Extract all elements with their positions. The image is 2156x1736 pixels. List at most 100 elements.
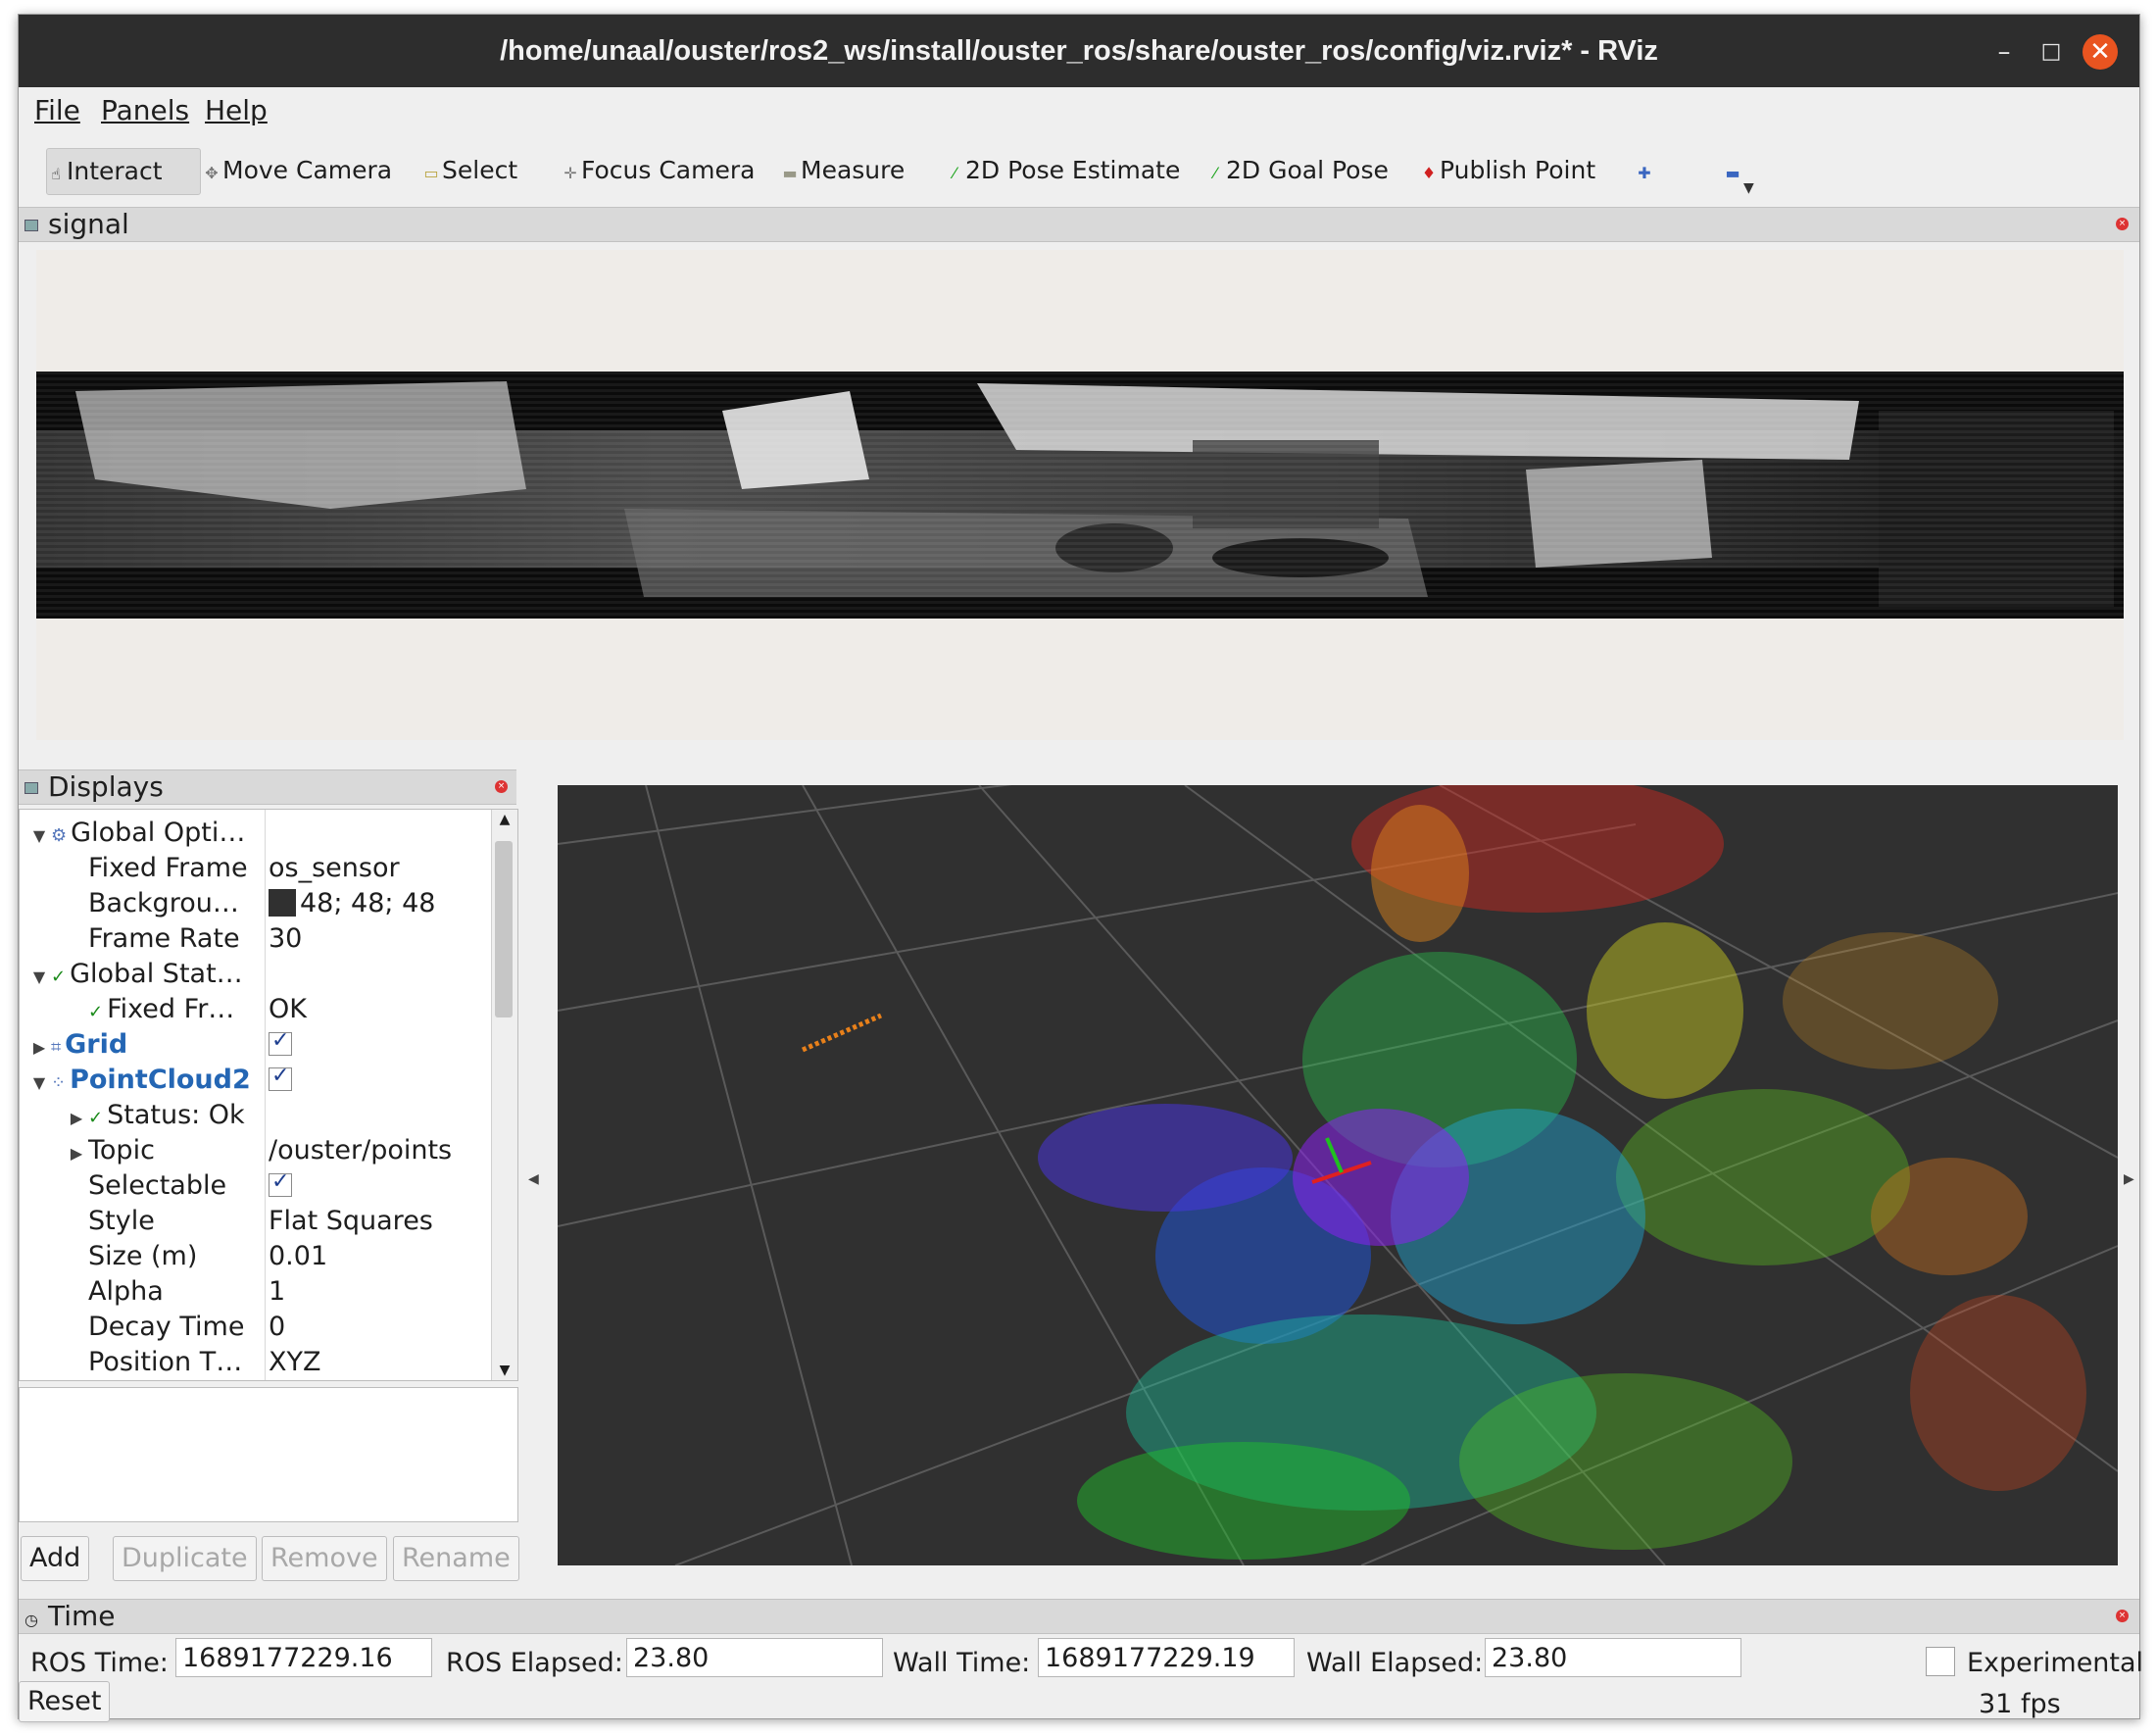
3d-viewport[interactable] [558,785,2118,1565]
enabled-checkbox[interactable] [269,1023,292,1059]
display-tree-row[interactable]: Frame Rate [65,921,240,957]
display-tree-value[interactable]: /ouster/points [269,1133,452,1168]
grid-icon: ⌗ [51,1037,62,1058]
enabled-checkbox[interactable] [269,1059,292,1094]
display-tree-name: Style [88,1206,155,1236]
menu-file[interactable]: File [34,87,80,134]
display-tree-value[interactable]: XYZ [269,1345,321,1380]
fps-readout: 31 fps [1979,1689,2061,1719]
close-button[interactable]: ✕ [2082,34,2118,70]
tool-move-camera[interactable]: ✥ Move Camera [203,148,392,193]
display-tree-row[interactable]: ▼ ⚙ Global Opti… [27,816,246,854]
display-tree-value-text: 48; 48; 48 [300,888,436,918]
minimize-button[interactable]: – [1986,34,2022,70]
cloud-icon: ⁘ [51,1072,67,1093]
remove-display-button[interactable]: Remove [262,1536,387,1581]
point-cloud-render [558,785,2118,1565]
check-icon: ✓ [51,967,67,987]
maximize-button[interactable]: □ [2034,34,2069,70]
collapse-left-icon[interactable]: ◀ [528,1171,539,1187]
display-tree-value[interactable] [269,1059,292,1098]
display-tree-row[interactable]: ▶ Topic [65,1133,155,1168]
displays-panel-close-icon[interactable]: × [495,780,508,793]
scroll-down-icon[interactable]: ▼ [492,1363,517,1378]
check-icon: ✓ [88,1002,104,1022]
remove-tool-button[interactable]: ▬▼ [1724,148,1753,196]
tool-measure[interactable]: ▬ Measure [781,148,905,193]
display-tree-row[interactable]: Size (m) [65,1239,197,1274]
color-swatch[interactable] [269,888,296,917]
focus-camera-icon: ✛ [564,164,577,182]
menu-help[interactable]: Help [205,87,268,134]
expand-down-icon[interactable]: ▼ [27,1066,51,1101]
duplicate-display-button[interactable]: Duplicate [113,1536,257,1581]
display-tree-row[interactable]: ▶ ⌗ Grid [27,1027,127,1063]
display-tree-row[interactable]: Position T… [65,1345,242,1380]
display-tree-value[interactable]: 0 [269,1310,285,1345]
tree-scrollbar[interactable]: ▲ ▼ [491,810,517,1380]
display-tree-name: Fixed Frame [88,853,248,883]
check-icon: ✓ [88,1108,104,1128]
ros-time-field[interactable]: 1689177229.16 [175,1638,432,1677]
display-tree-value[interactable]: os_sensor [269,851,400,886]
rviz-window: /home/unaal/ouster/ros2_ws/install/ouste… [18,14,2143,1722]
green-arrow-icon: ⁄ [1213,164,1217,182]
display-tree-row[interactable]: Selectable [65,1168,226,1204]
display-tree-value[interactable]: Flat Squares [269,1204,433,1239]
display-tree-value[interactable]: 1 [269,1274,285,1310]
expand-right-icon[interactable]: ▶ [27,1030,51,1066]
display-tree-row[interactable]: Fixed Frame [65,851,248,886]
display-tree-row[interactable]: Decay Time [65,1310,244,1345]
scroll-up-icon[interactable]: ▲ [492,812,517,827]
add-tool-button[interactable]: ✚ [1636,148,1655,193]
enabled-checkbox[interactable] [269,1165,292,1200]
collapse-right-icon[interactable]: ▶ [2124,1171,2134,1187]
point-cloud [801,785,2086,1560]
display-tree-row[interactable]: Style [65,1204,155,1239]
scroll-thumb[interactable] [495,841,513,1017]
display-tree-value-text: 30 [269,923,303,954]
add-display-button[interactable]: Add [21,1536,90,1581]
display-tree-value[interactable]: 0.01 [269,1239,327,1274]
expand-right-icon[interactable]: ▶ [65,1101,88,1136]
tool-select[interactable]: ▭ Select [422,148,517,193]
display-tree-name: Backgrou… [88,888,239,918]
tool-interact[interactable]: ☝ Interact [46,148,201,195]
expand-right-icon[interactable]: ▶ [65,1136,88,1171]
monitor-icon [24,782,38,794]
display-tree-value[interactable]: 48; 48; 48 [269,886,435,921]
display-tree-name: Status: Ok [107,1100,245,1130]
display-tree-row[interactable]: ▶ ✓ Status: Ok [65,1098,245,1133]
expand-down-icon[interactable]: ▼ [27,960,51,995]
experimental-checkbox[interactable] [1926,1647,1955,1676]
display-tree-value[interactable] [269,1165,292,1204]
ros-elapsed-field[interactable]: 23.80 [626,1638,883,1677]
display-tree-row[interactable]: Backgrou… [65,886,239,921]
display-tree-value[interactable]: 30 [269,921,302,957]
display-tree-row[interactable]: ▼ ⁘ PointCloud2 [27,1063,251,1098]
display-tree-row[interactable]: Alpha [65,1274,164,1310]
gear-icon: ⚙ [51,825,68,846]
tool-publish-point[interactable]: ♦ Publish Point [1420,148,1595,193]
tool-focus-camera[interactable]: ✛ Focus Camera [562,148,755,193]
signal-panel-close-icon[interactable]: × [2116,218,2129,230]
wall-time-label: Wall Time: [893,1648,1031,1678]
wall-elapsed-field[interactable]: 23.80 [1485,1638,1741,1677]
minus-icon: ▬ [1725,164,1740,182]
display-tree-value-text: XYZ [269,1347,321,1377]
display-tree-row[interactable]: ▼ ✓ Global Stat… [27,957,243,992]
expand-down-icon[interactable]: ▼ [27,818,51,854]
menu-panels[interactable]: Panels [101,87,189,134]
tool-2d-goal-pose[interactable]: ⁄ 2D Goal Pose [1206,148,1389,193]
rename-display-button[interactable]: Rename [393,1536,519,1581]
display-tree-row[interactable]: ✓ Fixed Fr… [65,992,234,1027]
display-tree-name: Fixed Fr… [107,994,235,1024]
red-pin-icon: ♦ [1421,164,1437,182]
menu-bar: File Panels Help [19,87,2139,134]
display-tree-value-text: 0 [269,1312,286,1342]
wall-time-field[interactable]: 1689177229.19 [1038,1638,1295,1677]
time-panel-close-icon[interactable]: × [2116,1610,2129,1622]
reset-button[interactable]: Reset [19,1681,111,1722]
display-tree-value-text: /ouster/points [269,1135,453,1166]
tool-2d-pose-estimate[interactable]: ⁄ 2D Pose Estimate [946,148,1181,193]
